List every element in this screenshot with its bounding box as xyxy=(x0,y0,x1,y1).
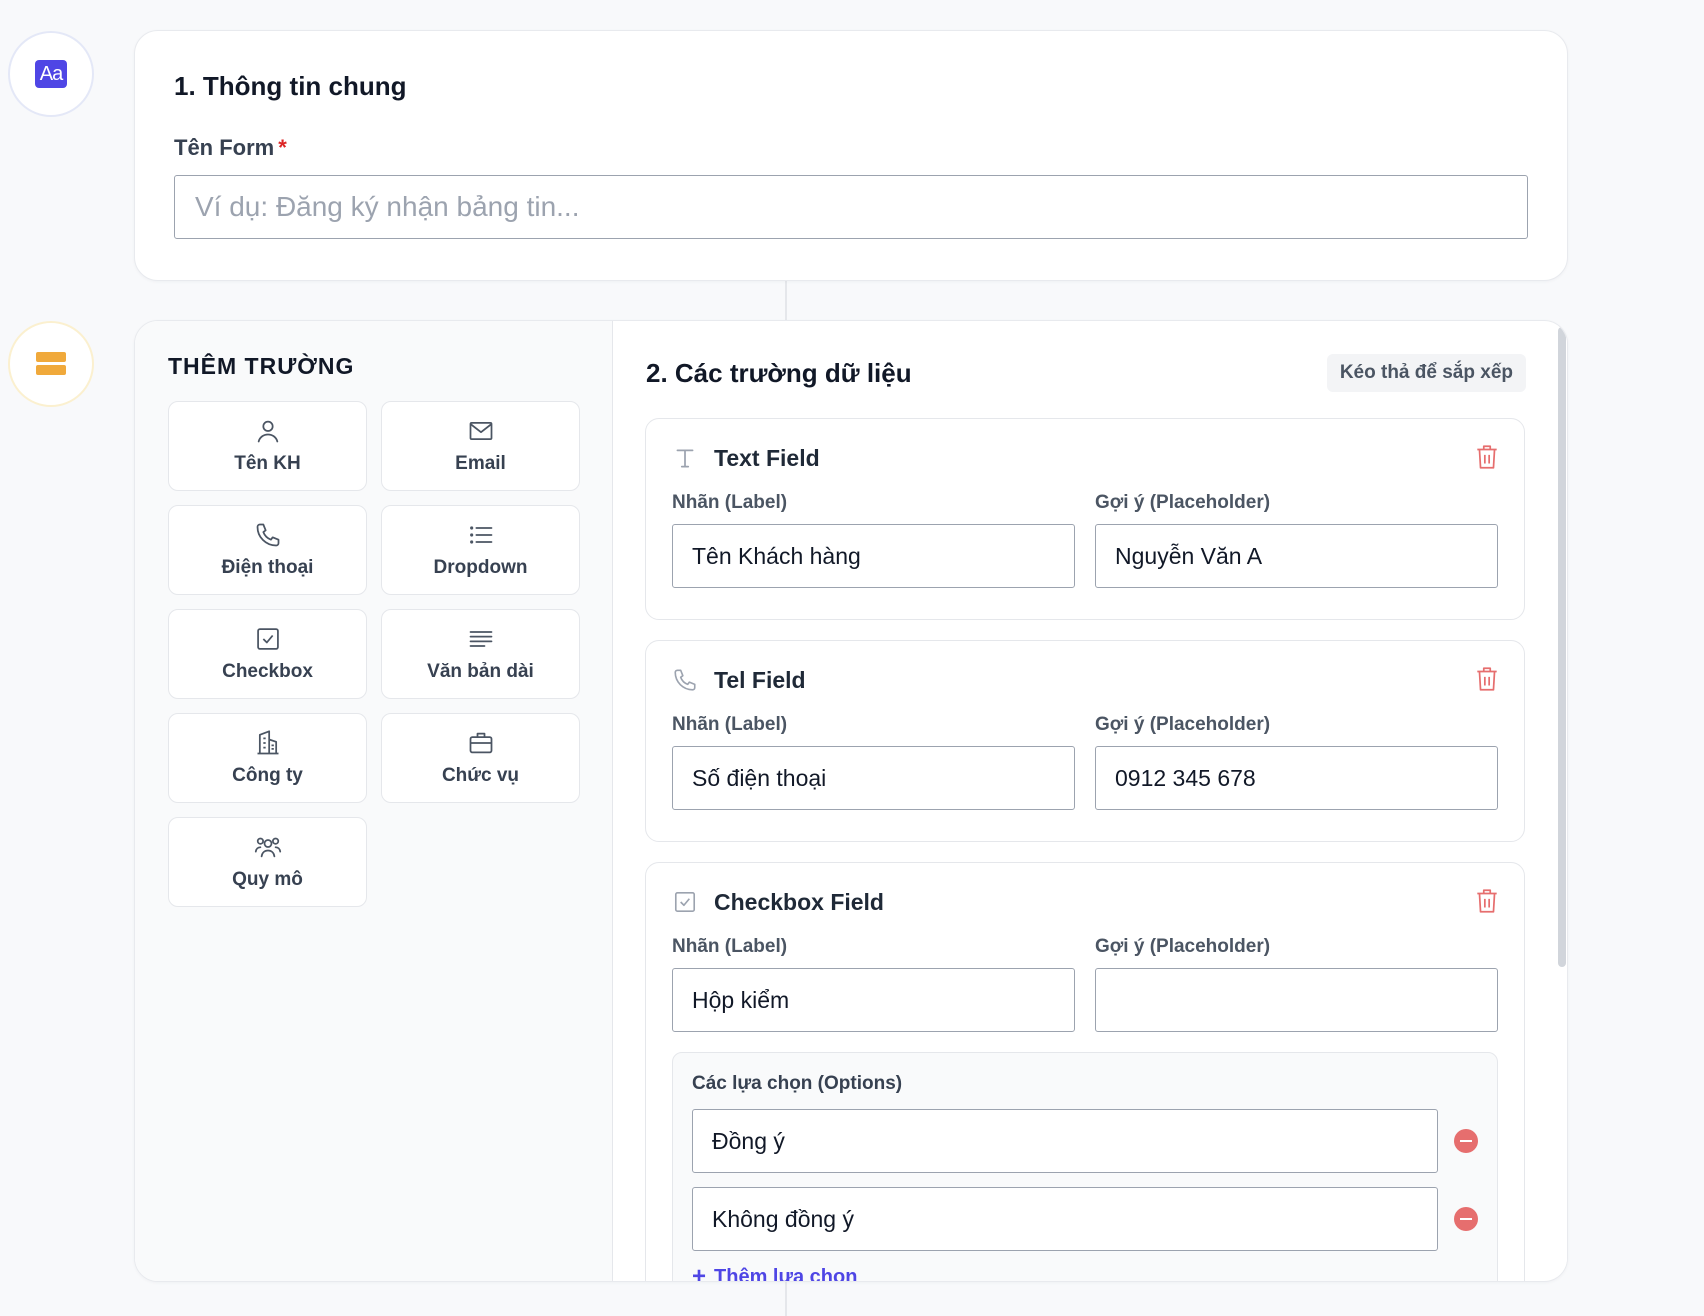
checkbox-icon xyxy=(674,891,696,913)
palette-item-label: Checkbox xyxy=(222,661,313,682)
step-general-info-badge: Aa xyxy=(8,31,94,117)
fields-panel-header: 2. Các trường dữ liệu Kéo thả để sắp xếp xyxy=(646,354,1526,392)
font-aa-icon: Aa xyxy=(35,60,67,88)
field-type-title: Text Field xyxy=(714,444,820,471)
field-card-text[interactable]: Text Field Nhãn (Label) Gợi ý (Placehold… xyxy=(645,418,1525,620)
field-palette: THÊM TRƯỜNG Tên KH Email Điện thoại Drop… xyxy=(135,321,613,1281)
trash-icon[interactable] xyxy=(1474,665,1500,693)
palette-item-label: Email xyxy=(455,453,506,474)
remove-option-button[interactable] xyxy=(1454,1129,1478,1153)
placeholder-column: Gợi ý (Placeholder) xyxy=(1095,492,1498,588)
field-card-tel[interactable]: Tel Field Nhãn (Label) Gợi ý (Placeholde… xyxy=(645,640,1525,842)
mail-icon xyxy=(469,421,492,441)
palette-item-checkbox[interactable]: Checkbox xyxy=(168,609,367,699)
remove-option-button[interactable] xyxy=(1454,1207,1478,1231)
placeholder-caption: Gợi ý (Placeholder) xyxy=(1095,714,1271,735)
palette-grid: Tên KH Email Điện thoại Dropdown Checkbo… xyxy=(168,401,580,907)
options-box: Các lựa chọn (Options) + Thêm lựa chọn xyxy=(672,1052,1498,1282)
palette-item-phone[interactable]: Điện thoại xyxy=(168,505,367,595)
palette-item-customer-name[interactable]: Tên KH xyxy=(168,401,367,491)
add-option-label: Thêm lựa chọn xyxy=(714,1265,858,1282)
text-lines-icon xyxy=(469,631,492,647)
label-column: Nhãn (Label) xyxy=(672,714,1075,810)
users-icon xyxy=(254,837,281,858)
field-card-columns: Nhãn (Label) Gợi ý (Placeholder) xyxy=(672,936,1498,1032)
palette-item-label: Chức vụ xyxy=(441,765,520,786)
form-name-label: Tên Form * xyxy=(174,135,1528,161)
palette-item-company-size[interactable]: Quy mô xyxy=(168,817,367,907)
building-icon xyxy=(257,730,278,755)
palette-item-label: Tên KH xyxy=(234,453,301,474)
palette-item-company[interactable]: Công ty xyxy=(168,713,367,803)
list-icon xyxy=(469,526,492,544)
form-name-label-text: Tên Form xyxy=(174,135,275,160)
trash-icon[interactable] xyxy=(1474,887,1500,915)
fields-panel: 2. Các trường dữ liệu Kéo thả để sắp xếp… xyxy=(614,321,1567,1281)
required-mark: * xyxy=(278,135,287,160)
field-card-columns: Nhãn (Label) Gợi ý (Placeholder) xyxy=(672,714,1498,810)
label-caption: Nhãn (Label) xyxy=(672,936,788,957)
text-type-icon xyxy=(676,449,694,468)
placeholder-caption: Gợi ý (Placeholder) xyxy=(1095,936,1271,957)
label-caption: Nhãn (Label) xyxy=(672,492,788,513)
plus-icon: + xyxy=(692,1263,707,1282)
field-card-header: Tel Field xyxy=(672,665,1498,695)
field-card-header: Text Field xyxy=(672,443,1498,473)
layers-icon xyxy=(36,352,66,375)
palette-item-label: Điện thoại xyxy=(221,557,314,578)
placeholder-column: Gợi ý (Placeholder) xyxy=(1095,714,1498,810)
trash-icon[interactable] xyxy=(1474,443,1500,471)
scrollbar-thumb[interactable] xyxy=(1558,327,1566,967)
placeholder-input[interactable] xyxy=(1095,968,1498,1032)
general-info-card: 1. Thông tin chung Tên Form * xyxy=(134,30,1568,281)
briefcase-icon xyxy=(469,732,492,754)
field-card-columns: Nhãn (Label) Gợi ý (Placeholder) xyxy=(672,492,1498,588)
field-type-title: Checkbox Field xyxy=(714,888,884,915)
label-column: Nhãn (Label) xyxy=(672,936,1075,1032)
palette-item-label: Văn bản dài xyxy=(427,661,534,682)
fields-panel-scrollbar[interactable] xyxy=(1557,321,1567,1281)
placeholder-column: Gợi ý (Placeholder) xyxy=(1095,936,1498,1032)
palette-item-dropdown[interactable]: Dropdown xyxy=(381,505,580,595)
palette-title: THÊM TRƯỜNG xyxy=(168,353,355,379)
phone-icon xyxy=(674,669,696,691)
options-title: Các lựa chọn (Options) xyxy=(692,1073,903,1094)
palette-item-job-title[interactable]: Chức vụ xyxy=(381,713,580,803)
timeline-connector-bottom xyxy=(785,1282,787,1316)
checkbox-icon xyxy=(256,628,279,650)
label-input[interactable] xyxy=(672,746,1075,810)
palette-item-label: Quy mô xyxy=(232,869,303,890)
add-option-button[interactable]: + Thêm lựa chọn xyxy=(692,1263,1478,1282)
label-input[interactable] xyxy=(672,524,1075,588)
general-info-title: 1. Thông tin chung xyxy=(174,71,407,101)
palette-item-email[interactable]: Email xyxy=(381,401,580,491)
option-input[interactable] xyxy=(692,1187,1438,1251)
placeholder-input[interactable] xyxy=(1095,524,1498,588)
label-column: Nhãn (Label) xyxy=(672,492,1075,588)
field-card-header: Checkbox Field xyxy=(672,887,1498,917)
option-row xyxy=(692,1109,1478,1173)
drag-hint-badge: Kéo thả để sắp xếp xyxy=(1326,354,1526,392)
placeholder-input[interactable] xyxy=(1095,746,1498,810)
palette-item-label: Công ty xyxy=(232,765,303,786)
step-fields-badge xyxy=(8,321,94,407)
label-input[interactable] xyxy=(672,968,1075,1032)
palette-item-label: Dropdown xyxy=(433,557,528,578)
option-row xyxy=(692,1187,1478,1251)
user-icon xyxy=(257,420,278,443)
field-type-title: Tel Field xyxy=(714,666,806,693)
phone-icon xyxy=(256,523,279,547)
option-input[interactable] xyxy=(692,1109,1438,1173)
placeholder-caption: Gợi ý (Placeholder) xyxy=(1095,492,1271,513)
fields-section-title: 2. Các trường dữ liệu xyxy=(646,357,912,388)
timeline-connector-top xyxy=(785,281,787,320)
form-name-input[interactable] xyxy=(174,175,1528,239)
label-caption: Nhãn (Label) xyxy=(672,714,788,735)
fields-builder-card: THÊM TRƯỜNG Tên KH Email Điện thoại Drop… xyxy=(134,320,1568,1282)
palette-item-long-text[interactable]: Văn bản dài xyxy=(381,609,580,699)
field-card-checkbox[interactable]: Checkbox Field Nhãn (Label) Gợi ý (Place… xyxy=(645,862,1525,1282)
